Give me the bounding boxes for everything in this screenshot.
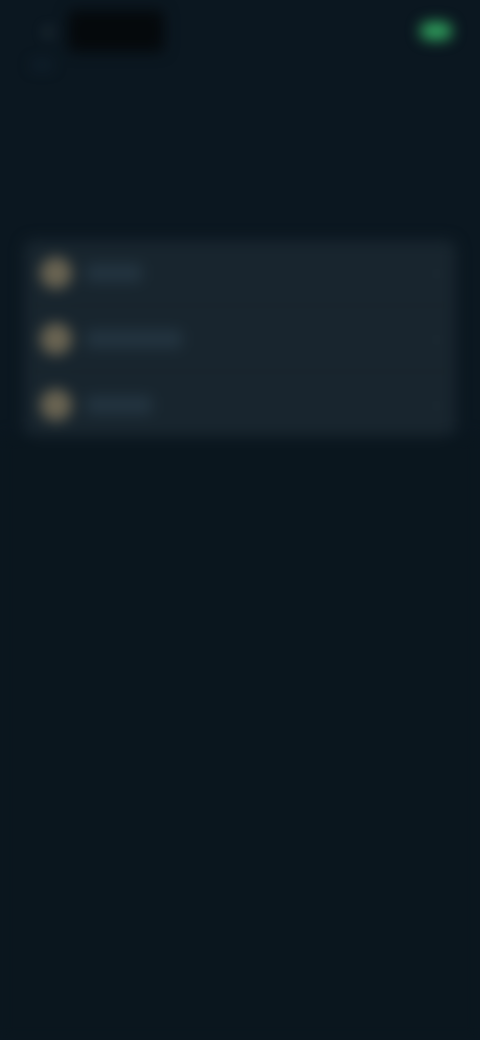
option-row-1[interactable]: ›	[24, 240, 456, 305]
page-title	[30, 128, 450, 164]
subtitle	[32, 62, 52, 68]
chevron-right-icon: ›	[433, 263, 440, 282]
app-screen: ‹ › › ›	[0, 0, 480, 1040]
option-label	[86, 395, 152, 414]
option-icon	[40, 256, 72, 289]
header-logo-area	[68, 10, 164, 52]
chevron-right-icon: ›	[433, 329, 440, 348]
header-actions	[410, 22, 452, 40]
option-icon	[40, 322, 72, 355]
option-row-2[interactable]: ›	[24, 305, 456, 371]
status-toggle[interactable]	[420, 22, 452, 40]
option-row-3[interactable]: ›	[24, 371, 456, 436]
blurred-content: ‹ › › ›	[0, 0, 480, 1040]
empty-content-area	[0, 436, 480, 1040]
option-label	[86, 263, 142, 282]
chevron-left-icon: ‹	[44, 19, 52, 43]
option-icon	[40, 388, 72, 421]
chevron-right-icon: ›	[433, 395, 440, 414]
back-button[interactable]: ‹	[34, 19, 62, 43]
option-label	[86, 329, 182, 348]
options-card: › › ›	[24, 240, 456, 436]
top-bar: ‹	[28, 10, 452, 52]
